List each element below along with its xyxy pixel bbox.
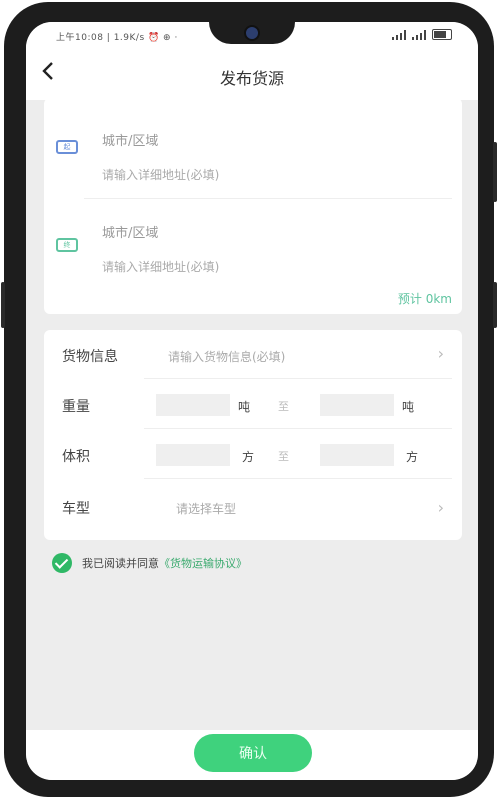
divider: [144, 478, 452, 479]
divider: [144, 428, 452, 429]
weight-range-separator: 至: [278, 400, 289, 413]
signal-icon: [412, 29, 426, 40]
status-left-text: 上午10:08 | 1.9K/s ⏰ ⊕ ·: [56, 33, 178, 43]
origin-icon: 起: [56, 140, 78, 154]
side-button: [493, 282, 497, 328]
signal-icon: [392, 29, 406, 40]
goods-info-input[interactable]: 请输入货物信息(必填): [168, 348, 285, 365]
vehicle-type-select[interactable]: 请选择车型: [176, 500, 236, 517]
chevron-right-icon: ›: [437, 344, 444, 363]
battery-icon: [432, 29, 452, 40]
volume-button: [1, 282, 5, 328]
divider: [84, 198, 452, 199]
volume-min-input[interactable]: [156, 444, 230, 466]
confirm-button[interactable]: 确认: [194, 734, 312, 772]
volume-max-input[interactable]: [320, 444, 394, 466]
weight-min-input[interactable]: [156, 394, 230, 416]
goods-form-card: 货物信息 请输入货物信息(必填) › 重量 吨 至 吨 体积 方 至 方 车型 …: [44, 330, 462, 540]
weight-unit: 吨: [238, 400, 251, 414]
status-icons: [392, 29, 452, 40]
destination-address-field[interactable]: 请输入详细地址(必填): [102, 258, 219, 275]
goods-info-label: 货物信息: [62, 349, 118, 365]
volume-range-separator: 至: [278, 450, 289, 463]
weight-label: 重量: [62, 399, 90, 415]
page-title: 发布货源: [219, 69, 284, 88]
estimate-distance: 预计 0km: [397, 292, 452, 306]
weight-unit: 吨: [402, 400, 415, 414]
agreement-checkbox[interactable]: [52, 553, 72, 573]
chevron-right-icon: ›: [437, 498, 444, 517]
destination-city-field[interactable]: 城市/区域: [102, 222, 158, 241]
volume-label: 体积: [62, 449, 90, 465]
divider: [144, 378, 452, 379]
agreement-row: 我已阅读并同意 《货物运输协议》: [52, 552, 247, 574]
weight-max-input[interactable]: [320, 394, 394, 416]
route-card: 起 城市/区域 请输入详细地址(必填) 终 城市/区域 请输入详细地址(必填) …: [44, 98, 462, 314]
power-button: [493, 142, 497, 202]
volume-unit: 方: [406, 450, 419, 464]
origin-address-field[interactable]: 请输入详细地址(必填): [102, 166, 219, 183]
agreement-link[interactable]: 《货物运输协议》: [159, 555, 247, 571]
camera-notch: [209, 22, 295, 44]
agreement-text: 我已阅读并同意: [82, 557, 159, 570]
destination-icon: 终: [56, 238, 78, 252]
vehicle-type-label: 车型: [62, 501, 90, 517]
origin-city-field[interactable]: 城市/区域: [102, 130, 158, 149]
nav-bar: 发布货源: [26, 50, 478, 100]
camera-icon: [244, 25, 260, 41]
volume-unit: 方: [242, 450, 255, 464]
phone-frame: 上午10:08 | 1.9K/s ⏰ ⊕ · 发布货源 起 城市/区域 请输入详…: [1, 2, 497, 797]
app-screen: 上午10:08 | 1.9K/s ⏰ ⊕ · 发布货源 起 城市/区域 请输入详…: [26, 22, 478, 780]
